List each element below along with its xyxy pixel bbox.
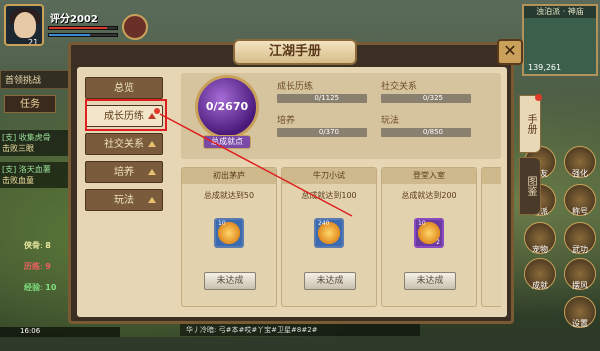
annotation-arrow [159,113,353,217]
chat-bar[interactable]: 华丿冷暗: 弓#本#哎#丫宝#卫星#8#2# [180,324,420,336]
